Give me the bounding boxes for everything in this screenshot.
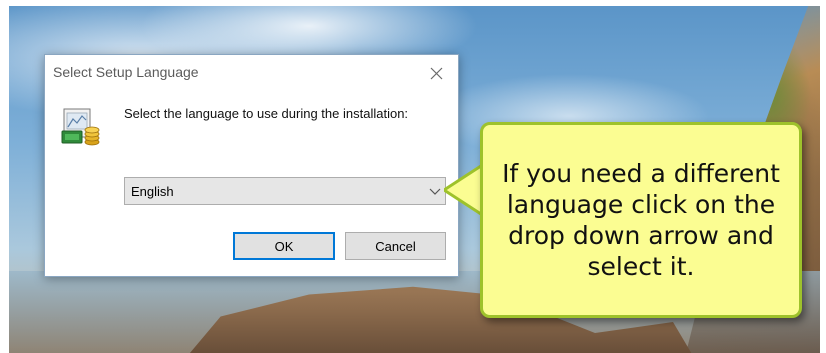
language-prompt: Select the language to use during the in… — [124, 106, 409, 121]
language-select-value: English — [131, 184, 174, 199]
instruction-callout: If you need a different language click o… — [480, 122, 802, 318]
close-button[interactable] — [418, 59, 454, 87]
language-select[interactable]: English — [124, 177, 446, 205]
chevron-down-icon[interactable] — [429, 186, 441, 196]
cancel-button[interactable]: Cancel — [345, 232, 446, 260]
callout-text: If you need a different language click o… — [502, 159, 780, 281]
setup-installer-icon — [61, 108, 100, 146]
setup-language-dialog: Select Setup Language Select the languag… — [44, 54, 459, 277]
close-icon — [430, 67, 442, 79]
ok-button[interactable]: OK — [233, 232, 335, 260]
dialog-title: Select Setup Language — [53, 64, 199, 80]
dialog-titlebar[interactable]: Select Setup Language — [45, 55, 458, 91]
